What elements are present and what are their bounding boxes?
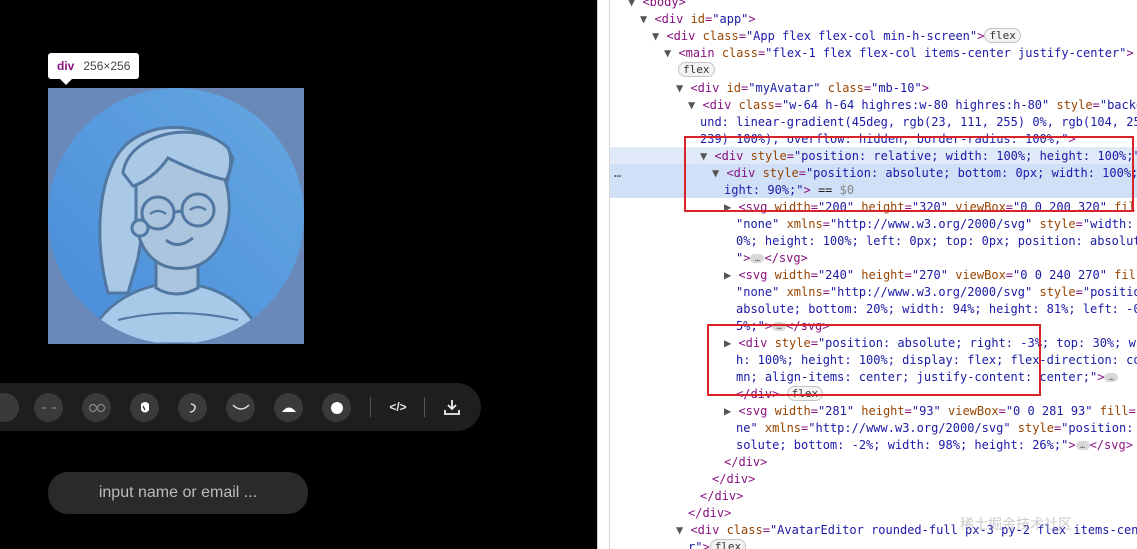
dom-node-line[interactable]: absolute; bottom: 20%; width: 94%; heigh… <box>736 301 1137 318</box>
ear-option-button[interactable] <box>178 393 207 422</box>
watermark: 稀土掘金技术社区 <box>960 517 1072 533</box>
background-option-button[interactable] <box>322 393 351 422</box>
mouth-option-button[interactable] <box>226 393 255 422</box>
dom-node-line[interactable]: r"> flex <box>688 539 747 549</box>
face-option-button[interactable] <box>0 393 19 422</box>
dom-node-line[interactable]: "none" xmlns="http://www.w3.org/2000/svg… <box>736 216 1137 233</box>
dom-node-line[interactable]: solute; bottom: -2%; width: 98%; height:… <box>736 437 1133 454</box>
dom-node-line[interactable]: ">… </svg> <box>736 250 808 267</box>
dom-node-line[interactable]: ▼ <div id="myAvatar" class="mb-10"> <box>676 80 929 97</box>
circle-icon <box>330 401 343 414</box>
expand-toggle-icon[interactable]: ▶ <box>724 404 738 418</box>
dom-node-line[interactable]: 0%; height: 100%; left: 0px; top: 0px; p… <box>736 233 1137 250</box>
mouth-icon <box>231 403 250 410</box>
dom-node-line[interactable]: "none" xmlns="http://www.w3.org/2000/svg… <box>736 284 1137 301</box>
dom-node-line[interactable]: ne" xmlns="http://www.w3.org/2000/svg" s… <box>736 420 1137 437</box>
dom-node-line[interactable]: </div> <box>688 505 731 522</box>
dom-node-line[interactable]: ▶ <svg width="240" height="270" viewBox=… <box>724 267 1137 284</box>
avatar <box>48 88 304 344</box>
expand-toggle-icon[interactable]: ▼ <box>640 12 654 26</box>
glasses-icon <box>88 403 105 412</box>
hair-option-button[interactable] <box>130 393 159 422</box>
avatar-editor-toolbar: </> <box>0 383 481 431</box>
expand-toggle-icon[interactable]: ▼ <box>628 0 642 9</box>
download-glyph <box>444 400 460 415</box>
dom-node-line[interactable]: </div> <box>700 488 743 505</box>
annotation-box-middle <box>707 324 1041 396</box>
shirt-icon <box>281 407 296 412</box>
dom-node-line[interactable]: </div> <box>712 471 755 488</box>
expand-toggle-icon[interactable]: ▶ <box>724 268 738 282</box>
dom-node-line[interactable]: ▶ <svg width="281" height="93" viewBox="… <box>724 403 1137 420</box>
code-icon[interactable]: </> <box>386 395 410 419</box>
inspect-tooltip: div 256×256 <box>48 53 140 85</box>
expand-toggle-icon[interactable]: ▼ <box>652 29 666 43</box>
ellipsis-marker[interactable]: … <box>614 165 621 182</box>
dom-node-line[interactable]: </div> <box>724 454 767 471</box>
avatar-highlight[interactable] <box>48 88 304 344</box>
dom-node-line[interactable]: und: linear-gradient(45deg, rgb(23, 111,… <box>700 114 1137 131</box>
eyes-option-button[interactable] <box>34 393 63 422</box>
expand-toggle-icon[interactable]: ▼ <box>676 523 690 537</box>
tooltip-tag: div <box>57 59 75 73</box>
download-icon[interactable] <box>440 395 464 419</box>
eyes-icon <box>41 406 56 409</box>
hair-icon <box>140 401 149 412</box>
expand-toggle-icon[interactable]: ▼ <box>688 98 702 112</box>
shirt-option-button[interactable] <box>274 393 303 422</box>
tooltip-size: 256×256 <box>83 59 131 73</box>
highlight-overlay <box>48 88 304 344</box>
page-preview: div 256×256 </> input name or email ... <box>0 0 597 549</box>
devtools-elements-panel: … ▼ <body> ▼ <div id="app"> ▼ <div class="… <box>610 0 1137 549</box>
dom-node-line[interactable]: ▼ <div id="app"> <box>640 11 756 28</box>
dom-node-line[interactable]: flex <box>678 62 715 79</box>
annotation-box-top <box>684 136 1134 212</box>
dom-node-line[interactable]: ▼ <div class="w-64 h-64 highres:w-80 hig… <box>688 97 1137 114</box>
dom-node-line[interactable]: ▼ <div class="App flex flex-col min-h-sc… <box>652 28 1021 45</box>
expand-toggle-icon[interactable]: ▼ <box>676 81 690 95</box>
dom-node-line[interactable]: ▼ <body> <box>628 0 686 11</box>
expand-toggle-icon[interactable]: ▼ <box>664 46 678 60</box>
toolbar-divider <box>424 397 425 417</box>
panel-divider[interactable] <box>597 0 610 549</box>
name-email-input[interactable] <box>48 472 308 514</box>
ear-icon <box>189 402 196 413</box>
toolbar-divider <box>370 397 371 417</box>
glasses-option-button[interactable] <box>82 393 111 422</box>
dom-node-line[interactable]: ▼ <main class="flex-1 flex flex-col item… <box>664 45 1134 62</box>
